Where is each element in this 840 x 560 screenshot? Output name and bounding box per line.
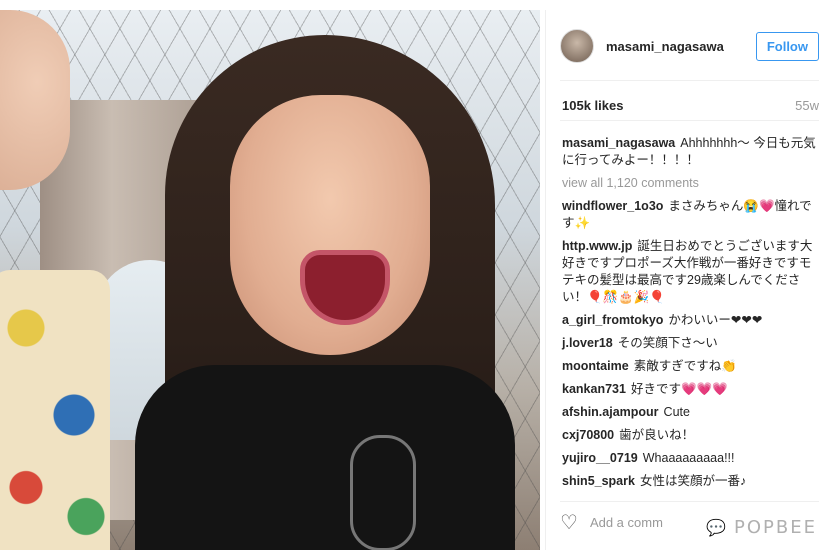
comment-item: shin5_spark 女性は笑顔が一番♪ — [562, 473, 821, 490]
comment-item: http.www.jp 誕生日おめでとうございます大好きですプロポーズ大作戦が一番… — [562, 238, 821, 306]
comment-username[interactable]: yujiro__0719 — [562, 451, 638, 465]
comment-text: その笑顔下さ〜い — [617, 336, 718, 350]
post-age[interactable]: 55w — [795, 98, 819, 113]
avatar[interactable] — [560, 29, 594, 63]
watermark: 💬 POPBEE — [706, 517, 817, 538]
heart-icon[interactable]: ♡ — [560, 510, 578, 534]
caption: masami_nagasawa Ahhhhhhh〜 今日も元気に行ってみよー！！！… — [562, 135, 821, 169]
comment-item: kankan731 好きです💗💗💗 — [562, 381, 821, 398]
comment-username[interactable]: shin5_spark — [562, 474, 635, 488]
post-header: masami_nagasawa Follow — [560, 26, 819, 66]
post-sidebar: masami_nagasawa Follow 105k likes 55w ma… — [545, 10, 831, 550]
comment-text: かわいいー❤❤❤ — [668, 313, 763, 327]
comment-item: afshin.ajampour Cute — [562, 404, 821, 421]
friend-shirt — [0, 270, 110, 550]
username-link[interactable]: masami_nagasawa — [606, 39, 756, 54]
follow-button[interactable]: Follow — [755, 31, 819, 61]
comment-text: Cute — [663, 405, 690, 419]
comment-username[interactable]: cxj70800 — [562, 428, 614, 442]
comment-text: 女性は笑顔が一番♪ — [639, 474, 747, 488]
black-top — [135, 365, 515, 550]
comment-item: yujiro__0719 Whaaaaaaaaa!!! — [562, 450, 821, 467]
comment-item: a_girl_fromtokyo かわいいー❤❤❤ — [562, 312, 821, 329]
header-divider — [560, 80, 819, 81]
likes-divider — [560, 120, 819, 121]
watermark-text: POPBEE — [734, 517, 817, 538]
comment-text: 素敵すぎですね👏 — [633, 359, 737, 373]
comment-text: 歯が良いね！ — [619, 428, 695, 442]
comment-username[interactable]: moontaime — [562, 359, 629, 373]
instagram-post: masami_nagasawa Follow 105k likes 55w ma… — [0, 10, 840, 550]
comment-item: j.lover18 その笑顔下さ〜い — [562, 335, 821, 352]
comment-username[interactable]: j.lover18 — [562, 336, 613, 350]
likes-row: 105k likes 55w — [562, 98, 819, 113]
caption-username[interactable]: masami_nagasawa — [562, 136, 675, 150]
comment-item: windflower_1o3o まさみちゃん😭💗憧れです✨ — [562, 198, 821, 232]
wechat-icon: 💬 — [706, 518, 729, 537]
friend-face — [0, 10, 70, 190]
likes-count[interactable]: 105k likes — [562, 98, 623, 113]
woman-selfie — [135, 35, 515, 550]
comment-text: Whaaaaaaaaa!!! — [642, 451, 735, 465]
comment-username[interactable]: windflower_1o3o — [562, 199, 663, 213]
comment-username[interactable]: kankan731 — [562, 382, 626, 396]
view-all-comments-link[interactable]: view all 1,120 comments — [562, 175, 821, 192]
comment-item: cxj70800 歯が良いね！ — [562, 427, 821, 444]
comment-username[interactable]: http.www.jp — [562, 239, 632, 253]
comments-list: masami_nagasawa Ahhhhhhh〜 今日も元気に行ってみよー！！！… — [562, 135, 821, 496]
comment-username[interactable]: afshin.ajampour — [562, 405, 659, 419]
comment-text: 好きです💗💗💗 — [630, 382, 728, 396]
hanging-sunglasses — [350, 435, 416, 550]
post-photo[interactable] — [0, 10, 540, 550]
add-comment-input[interactable]: Add a comm — [590, 515, 663, 530]
comment-username[interactable]: a_girl_fromtokyo — [562, 313, 663, 327]
comment-item: moontaime 素敵すぎですね👏 — [562, 358, 821, 375]
